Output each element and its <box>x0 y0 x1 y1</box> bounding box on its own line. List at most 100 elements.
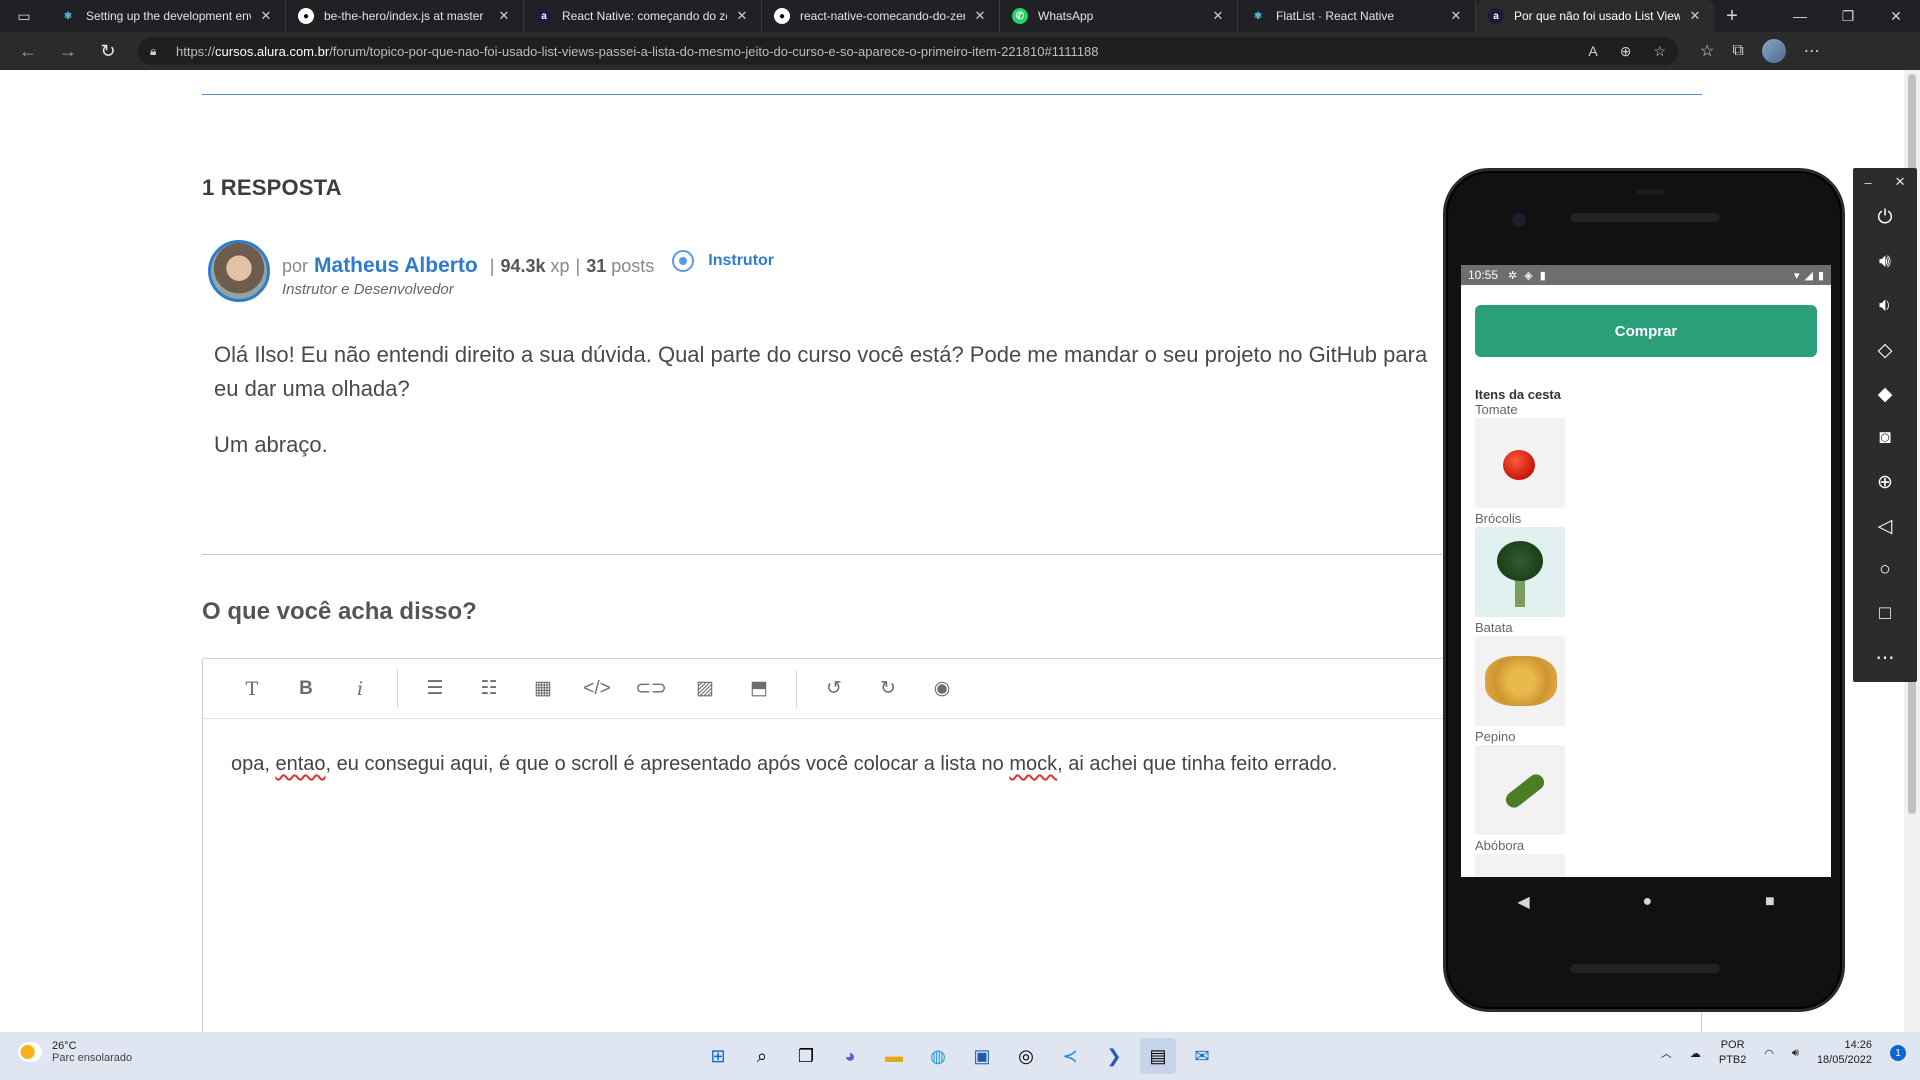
window-controls: — ❐ ✕ <box>1776 0 1920 32</box>
basket-list[interactable]: Tomate Brócolis Batata Pepino Abóbora <box>1475 402 1831 877</box>
microsoft-store-icon[interactable]: ▣ <box>964 1038 1000 1074</box>
onedrive-icon[interactable]: ☁ <box>1690 1047 1701 1060</box>
overview-icon[interactable]: □ <box>1853 592 1917 636</box>
tab-title: be-the-hero/index.js at master <box>324 9 484 23</box>
author-line: por Matheus Alberto | 94.3k xp | 31 post… <box>282 250 774 278</box>
dell-icon[interactable]: ◎ <box>1008 1038 1044 1074</box>
volume-down-icon[interactable]: 🔉︎ <box>1853 284 1917 328</box>
image-icon[interactable]: ▨ <box>678 669 732 709</box>
tab-1[interactable]: ● be-the-hero/index.js at master ✕ <box>286 0 524 32</box>
italic-icon[interactable]: i <box>333 669 387 709</box>
power-icon[interactable]: ⏻ <box>1853 196 1917 240</box>
tab-3[interactable]: ● react-native-comecando-do-zer ✕ <box>762 0 1000 32</box>
battery-icon: ▮ <box>1817 269 1824 282</box>
task-view-icon[interactable]: ❐ <box>788 1038 824 1074</box>
minimize-icon[interactable]: – <box>1864 175 1871 190</box>
settings-icon: ✲ <box>1508 269 1518 282</box>
minimize-icon[interactable]: — <box>1776 0 1824 32</box>
nav-home-icon[interactable]: ● <box>1642 893 1652 911</box>
search-icon[interactable]: ⌕ <box>744 1038 780 1074</box>
windows-start-icon[interactable]: ⊞ <box>700 1038 736 1074</box>
rotate-left-icon[interactable]: ◇ <box>1853 328 1917 372</box>
phone-screen[interactable]: 10:55 ✲ ◈ ▮ ▾ ◢ ▮ Comprar Itens da cesta… <box>1461 265 1831 877</box>
favorite-add-icon[interactable]: ☆ <box>1653 43 1666 60</box>
code-icon[interactable]: </> <box>570 669 624 709</box>
status-right: ▾ ◢ ▮ <box>1794 269 1824 282</box>
image-upload-icon[interactable]: ⬒ <box>732 669 786 709</box>
more-icon[interactable]: ⋯ <box>1853 636 1917 680</box>
forward-arrow-icon[interactable]: → <box>48 32 88 70</box>
back-icon[interactable]: ◁ <box>1853 504 1917 548</box>
nav-back-icon[interactable]: ◀ <box>1517 892 1529 912</box>
close-icon[interactable]: ✕ <box>971 8 989 24</box>
sensor <box>1636 189 1664 195</box>
notification-badge[interactable]: 1 <box>1890 1045 1906 1061</box>
collections-icon[interactable]: ⧉ <box>1732 42 1743 60</box>
item-name: Abóbora <box>1475 838 1525 853</box>
mail-icon[interactable]: ✉ <box>1184 1038 1220 1074</box>
tab-5[interactable]: ⚛ FlatList · React Native ✕ <box>1238 0 1476 32</box>
close-icon[interactable]: ✕ <box>733 8 751 24</box>
weather-description: Parc ensolarado <box>52 1052 133 1064</box>
bold-icon[interactable]: B <box>279 669 333 709</box>
buy-button[interactable]: Comprar <box>1475 305 1817 357</box>
teams-chat-icon[interactable]: ◕ <box>832 1038 868 1074</box>
volume-up-icon[interactable]: 🔊︎ <box>1853 240 1917 284</box>
home-icon[interactable]: ○ <box>1853 548 1917 592</box>
tab-0[interactable]: ⚛ Setting up the development env ✕ <box>48 0 286 32</box>
more-options-icon[interactable]: ⋯ <box>1804 41 1820 61</box>
system-tray: ︿ ☁ POR PTB2 ◠ 🔊︎ 14:26 18/05/2022 1 <box>1661 1038 1906 1068</box>
close-icon[interactable]: ✕ <box>1447 8 1465 24</box>
language-indicator[interactable]: POR PTB2 <box>1719 1038 1747 1068</box>
by-label: por <box>282 256 309 276</box>
zoom-icon[interactable]: ⊕ <box>1853 460 1917 504</box>
ordered-list-icon[interactable]: ☰ <box>408 669 462 709</box>
close-icon[interactable]: ✕ <box>1686 8 1704 24</box>
bullet-list-icon[interactable]: ☷ <box>462 669 516 709</box>
broccoli-image <box>1475 527 1565 617</box>
refresh-icon[interactable]: ↻ <box>88 32 128 70</box>
tab-actions-icon[interactable]: ▭ <box>0 0 48 32</box>
table-icon[interactable]: ▦ <box>516 669 570 709</box>
read-aloud-icon[interactable]: A <box>1588 43 1597 60</box>
edge-browser-icon[interactable]: ◍ <box>920 1038 956 1074</box>
weather-widget[interactable]: 26°C Parc ensolarado <box>18 1040 132 1064</box>
chevron-up-icon[interactable]: ︿ <box>1661 1045 1672 1061</box>
file-explorer-icon[interactable]: ▬ <box>876 1038 912 1074</box>
close-icon[interactable]: ✕ <box>257 8 275 24</box>
close-icon[interactable]: ✕ <box>1895 174 1906 190</box>
nav-recents-icon[interactable]: ■ <box>1765 893 1775 911</box>
camera-icon[interactable]: ◙ <box>1853 416 1917 460</box>
rotate-right-icon[interactable]: ◆ <box>1853 372 1917 416</box>
tab-4[interactable]: ✆ WhatsApp ✕ <box>1000 0 1238 32</box>
tab-6-active[interactable]: a Por que não foi usado List View ✕ <box>1476 0 1714 32</box>
tab-2[interactable]: a React Native: começando do zer ✕ <box>524 0 762 32</box>
powershell-icon[interactable]: ❯ <box>1096 1038 1132 1074</box>
link-icon[interactable]: ⊂⊃ <box>624 669 678 709</box>
zoom-icon[interactable]: ⊕ <box>1620 43 1632 60</box>
author-name-link[interactable]: Matheus Alberto <box>314 254 478 278</box>
favorites-icon[interactable]: ☆ <box>1700 41 1714 61</box>
undo-icon[interactable]: ↺ <box>807 669 861 709</box>
redo-icon[interactable]: ↻ <box>861 669 915 709</box>
close-icon[interactable]: ✕ <box>1209 8 1227 24</box>
list-item: Tomate <box>1475 402 1831 508</box>
vscode-icon[interactable]: ≺ <box>1052 1038 1088 1074</box>
badge-icon <box>672 250 695 272</box>
back-arrow-icon[interactable]: ← <box>8 32 48 70</box>
url-field[interactable]: 🔒︎ https://cursos.alura.com.br/forum/top… <box>138 37 1678 65</box>
preview-icon[interactable]: ◉ <box>915 669 969 709</box>
clock[interactable]: 14:26 18/05/2022 <box>1817 1038 1872 1068</box>
close-window-icon[interactable]: ✕ <box>1872 0 1920 32</box>
lang-line: PTB2 <box>1718 1054 1747 1066</box>
wifi-icon[interactable]: ◠ <box>1764 1047 1774 1060</box>
profile-avatar[interactable] <box>1761 39 1786 63</box>
new-tab-icon[interactable]: + <box>1714 0 1750 32</box>
emulator-app-icon[interactable]: ▤ <box>1140 1038 1176 1074</box>
volume-icon[interactable]: 🔊︎ <box>1792 1047 1799 1060</box>
text-icon[interactable]: T <box>225 669 279 709</box>
restore-icon[interactable]: ❐ <box>1824 0 1872 32</box>
avatar[interactable] <box>208 240 270 302</box>
weather-icon <box>18 1042 42 1062</box>
close-icon[interactable]: ✕ <box>495 8 513 24</box>
